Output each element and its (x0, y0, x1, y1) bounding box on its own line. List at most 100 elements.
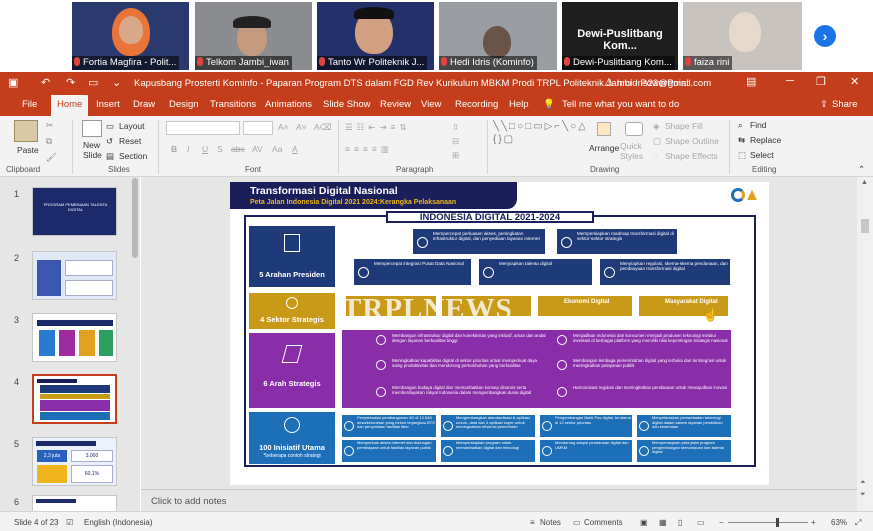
tab-help[interactable]: Help (509, 99, 529, 110)
close-button[interactable]: ✕ (850, 75, 859, 88)
participant-tile[interactable]: Telkom Jambi_iwan (195, 2, 312, 70)
shrink-font-icon[interactable]: A˅ (296, 122, 307, 132)
layout-button[interactable]: Layout (119, 121, 145, 131)
tab-slide-show[interactable]: Slide Show (323, 99, 371, 110)
tab-transitions[interactable]: Transitions (210, 99, 256, 110)
language-status[interactable]: English (Indonesia) (84, 518, 152, 527)
arrange-button[interactable]: Arrange (589, 143, 619, 153)
slide-canvas[interactable]: Transformasi Digital Nasional Peta Jalan… (230, 182, 769, 485)
undo-icon[interactable]: ↶ (41, 76, 50, 89)
slide-thumbnail-3[interactable] (32, 313, 117, 362)
notes-button[interactable]: Notes (540, 518, 561, 527)
cut-icon[interactable]: ✂ (46, 120, 53, 131)
tab-view[interactable]: View (421, 99, 441, 110)
reading-view-icon[interactable]: ▯ (678, 518, 682, 527)
slide-sorter-icon[interactable]: ▦ (659, 518, 667, 527)
customize-toolbar-icon[interactable]: ⌄ (112, 76, 121, 89)
slide-thumbnail-5[interactable]: 2,3 juta 3.000 60,1% (32, 437, 117, 486)
main-scrollbar[interactable]: ▲ ⏶ ⏷ (857, 177, 873, 511)
shape-effects-button[interactable]: Shape Effects (665, 151, 718, 161)
smartart-icon[interactable]: ⊞ (452, 150, 459, 161)
replace-button[interactable]: Replace (750, 135, 781, 145)
share-button[interactable]: Share (832, 99, 857, 110)
tab-insert[interactable]: Insert (96, 99, 120, 110)
slide-thumbnail-6[interactable] (32, 495, 117, 511)
share-icon[interactable]: ⇪ (820, 99, 828, 110)
maximize-button[interactable]: ❐ (816, 75, 826, 88)
minimize-button[interactable]: ─ (786, 75, 794, 87)
italic-button[interactable]: I (187, 144, 189, 154)
tab-animations[interactable]: Animations (265, 99, 312, 110)
strikethrough-button[interactable]: abc (231, 144, 245, 154)
slide-thumbnail-2[interactable] (32, 251, 117, 300)
slide-thumbnail-1[interactable]: PROGRAM PEMBINAAN TALENTA DIGITAL (32, 187, 117, 236)
slide-thumbnail-4[interactable] (32, 374, 117, 424)
font-color-button[interactable]: A (292, 144, 298, 154)
participant-tile[interactable]: Dewi-Puslitbang Kom... Dewi-Puslitbang K… (562, 2, 678, 70)
quick-styles-button[interactable]: Quick Styles (620, 141, 650, 161)
save-icon[interactable]: ▣ (8, 76, 18, 89)
tab-draw[interactable]: Draw (133, 99, 155, 110)
align-buttons[interactable]: ≡≡≡≡▥ (345, 144, 393, 155)
find-button[interactable]: Find (750, 120, 767, 130)
shape-fill-button[interactable]: Shape Fill (665, 121, 703, 131)
arrange-icon[interactable] (597, 122, 611, 136)
shadow-button[interactable]: S (217, 144, 223, 154)
list-buttons[interactable]: ☰☷⇤⇥≡⇅ (345, 122, 411, 133)
next-slide-icon[interactable]: ⏷ (860, 491, 866, 499)
select-button[interactable]: Select (750, 150, 774, 160)
collapse-ribbon-icon[interactable]: ⌃ (858, 164, 865, 175)
new-slide-icon[interactable] (82, 120, 102, 137)
shapes-gallery[interactable]: ╲╲□○□▭▷⌐╲○△╲↳⇨⇩▭◇☆{}{}▢ (493, 120, 585, 162)
redo-icon[interactable]: ↷ (66, 76, 75, 89)
zoom-level[interactable]: 63% (831, 518, 847, 527)
underline-button[interactable]: U (202, 144, 208, 154)
fit-to-window-icon[interactable]: ⤢ (855, 518, 861, 528)
notes-pane[interactable]: Click to add notes (141, 489, 857, 511)
tab-review[interactable]: Review (380, 99, 411, 110)
normal-view-icon[interactable]: ▣ (640, 518, 648, 527)
grow-font-icon[interactable]: A˄ (278, 122, 289, 132)
comments-button[interactable]: Comments (584, 518, 623, 527)
participant-tile[interactable]: Hedi Idris (Kominfo) (439, 2, 557, 70)
participant-tile[interactable]: Fortia Magfira - Polit... (72, 2, 189, 70)
reset-button[interactable]: Reset (119, 136, 141, 146)
zoom-slider[interactable] (728, 522, 808, 523)
thumbnail-scrollbar[interactable] (132, 178, 138, 258)
new-slide-button[interactable]: New Slide (83, 140, 107, 160)
zoom-out-button[interactable]: − (719, 518, 724, 527)
shape-outline-button[interactable]: Shape Outline (665, 136, 719, 146)
spellcheck-icon[interactable]: ☑ (66, 518, 73, 527)
paste-icon[interactable] (14, 120, 38, 142)
chevron-right-icon[interactable]: › (814, 25, 836, 47)
paste-button[interactable]: Paste (17, 145, 39, 155)
bold-button[interactable]: B (171, 144, 177, 154)
present-icon[interactable]: ▭ (88, 76, 98, 89)
tab-file[interactable]: File (22, 99, 37, 110)
tab-design[interactable]: Design (169, 99, 199, 110)
slideshow-view-icon[interactable]: ▭ (697, 518, 705, 527)
prev-slide-icon[interactable]: ⏶ (860, 479, 866, 487)
clear-format-icon[interactable]: A⌫ (314, 122, 332, 133)
quick-styles-icon[interactable] (625, 122, 643, 136)
user-account[interactable]: hmidris22@gmail.com (617, 78, 711, 89)
tab-home[interactable]: Home (51, 95, 89, 116)
section-button[interactable]: Section (119, 151, 147, 161)
char-spacing-button[interactable]: AV (252, 144, 263, 154)
zoom-in-button[interactable]: + (811, 518, 816, 527)
participant-tile[interactable]: faiza rini (683, 2, 802, 70)
font-size-input[interactable] (243, 121, 273, 135)
change-case-button[interactable]: Aa (272, 144, 282, 154)
copy-icon[interactable]: ⧉ (46, 136, 52, 147)
zoom-slider-thumb[interactable] (776, 518, 779, 527)
tell-me-input[interactable]: Tell me what you want to do (562, 99, 679, 110)
tab-recording[interactable]: Recording (455, 99, 498, 110)
ribbon-display-icon[interactable]: ▤ (746, 75, 756, 88)
participant-tile[interactable]: Tanto Wr Politeknik J... (317, 2, 434, 70)
align-text-icon[interactable]: ⊟ (452, 136, 459, 147)
font-name-input[interactable] (166, 121, 240, 135)
scroll-up-icon[interactable]: ▲ (861, 179, 868, 186)
format-painter-icon[interactable]: 🖌 (46, 152, 57, 163)
text-direction-icon[interactable]: ⇳ (452, 122, 459, 133)
arah-label: 6 Arah Strategis (263, 379, 321, 388)
